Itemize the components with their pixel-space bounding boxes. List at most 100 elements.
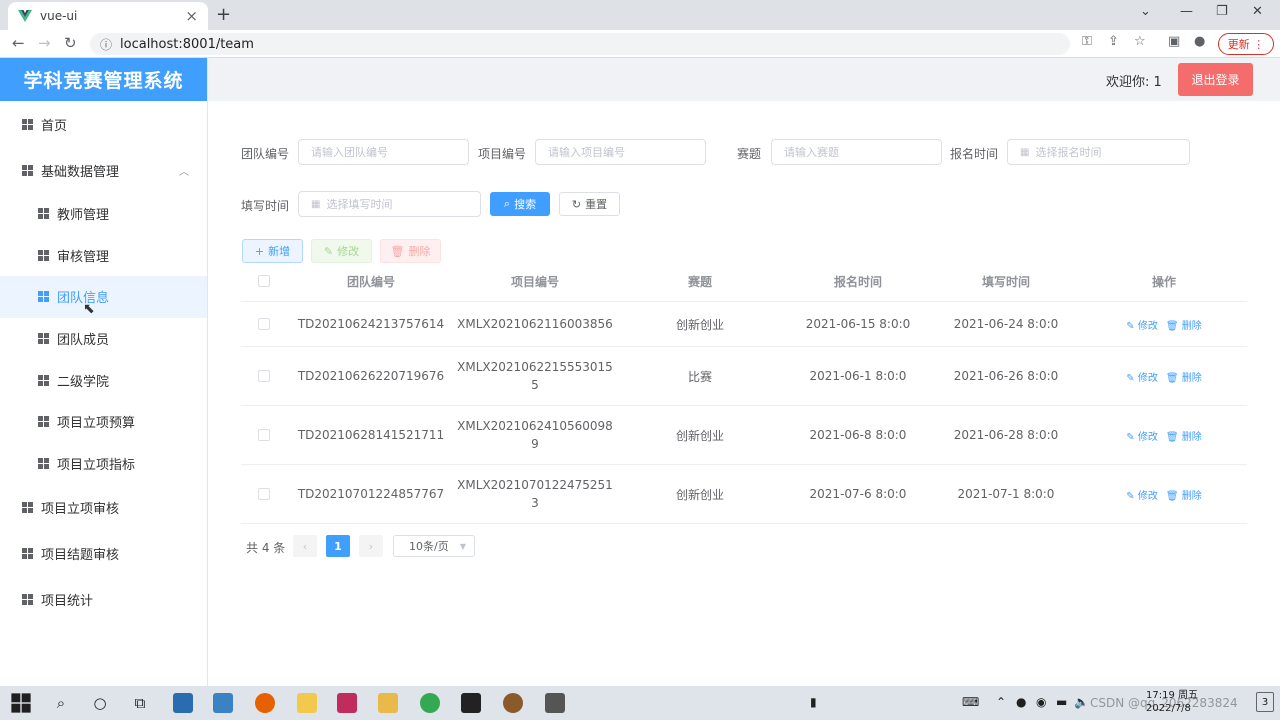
menu-grid-icon [38, 291, 49, 303]
network-icon[interactable]: ▬ [1056, 695, 1067, 709]
profile-icon[interactable]: ● [1194, 34, 1205, 49]
logout-button[interactable]: 退出登录 [1178, 63, 1253, 96]
minimize-icon[interactable]: — [1180, 4, 1193, 19]
header-fill-time: 填写时间 [981, 274, 1030, 289]
update-button[interactable]: 更新 ⋮ [1218, 33, 1274, 55]
tray-app-icon[interactable]: ● [1016, 695, 1026, 709]
select-all-checkbox[interactable] [258, 275, 270, 287]
sidebar-item-team-info[interactable]: 团队信息 [0, 276, 207, 318]
signup-time-picker[interactable]: ▦ 选择报名时间 [1007, 139, 1190, 165]
browser-tab[interactable]: vue-ui × [8, 2, 208, 30]
battery-icon[interactable]: ▮ [810, 695, 817, 709]
row-edit-link[interactable]: ✎ 修改 [1126, 369, 1158, 384]
key-icon[interactable]: ⚿ [1082, 34, 1092, 49]
row-edit-link[interactable]: ✎ 修改 [1126, 487, 1158, 502]
row-checkbox-cell[interactable] [241, 347, 287, 405]
delete-button[interactable]: 🗑 删除 [380, 239, 441, 263]
wechat-icon[interactable]: ◉ [1036, 695, 1046, 709]
fill-time-picker[interactable]: ▦ 选择填写时间 [298, 191, 481, 217]
table-row: TD20210624213757614 XMLX2021062116003856… [241, 302, 1247, 347]
store-app-icon[interactable] [173, 693, 193, 713]
row-checkbox-cell[interactable] [241, 406, 287, 464]
row-checkbox-cell[interactable] [241, 465, 287, 523]
row-checkbox[interactable] [258, 488, 270, 500]
remote-app-icon[interactable] [545, 693, 565, 713]
firefox-app-icon[interactable] [255, 693, 275, 713]
back-icon[interactable]: ← [12, 34, 25, 52]
sidebar-item-project-approval[interactable]: 项目立项审核 [0, 484, 207, 530]
close-window-icon[interactable]: ✕ [1252, 4, 1263, 19]
cell-fill-time: 2021-06-26 8:0:0 [953, 369, 1059, 383]
next-page-button[interactable]: › [359, 535, 383, 557]
sidebar-item-home[interactable]: 首页 [0, 101, 207, 147]
topic-input[interactable]: 请输入赛题 [771, 139, 942, 165]
notification-icon[interactable]: 3 [1256, 692, 1274, 712]
search-icon[interactable]: ⌕ [50, 692, 72, 714]
url-input[interactable]: ⓘ localhost:8001/team [90, 33, 1070, 55]
sidebar-item-label: 审核管理 [57, 249, 110, 265]
sidebar-item-college[interactable]: 二级学院 [0, 359, 207, 401]
page-number-current[interactable]: 1 [326, 535, 350, 557]
row-checkbox-cell[interactable] [241, 302, 287, 346]
side-panel-icon[interactable]: ▣ [1168, 34, 1180, 49]
site-info-icon[interactable]: ⓘ [100, 36, 112, 53]
task-view-icon[interactable]: ⧉ [129, 692, 151, 714]
sidebar-item-project-closing[interactable]: 项目结题审核 [0, 530, 207, 576]
system-clock[interactable]: 17:19 周五 2022/7/8 [1146, 689, 1198, 715]
row-checkbox[interactable] [258, 318, 270, 330]
search-button[interactable]: ⌕ 搜索 [490, 192, 550, 216]
intellij-app-icon[interactable] [337, 693, 357, 713]
tab-close-icon[interactable]: × [185, 7, 198, 25]
reset-button[interactable]: ↻ 重置 [559, 192, 620, 216]
tab-search-icon[interactable]: ⌄ [1140, 4, 1151, 19]
file-explorer-icon[interactable] [378, 693, 398, 713]
row-delete-link[interactable]: 🗑 删除 [1166, 428, 1202, 443]
sidebar-item-indicators[interactable]: 项目立项指标 [0, 443, 207, 485]
project-no-input[interactable]: 请输入项目编号 [535, 139, 706, 165]
cortana-icon[interactable]: ○ [89, 692, 111, 714]
prev-page-button[interactable]: ‹ [293, 535, 317, 557]
reset-button-label: 重置 [585, 198, 608, 211]
row-delete-link[interactable]: 🗑 删除 [1166, 487, 1202, 502]
terminal-app-icon[interactable] [461, 693, 481, 713]
row-edit-link[interactable]: ✎ 修改 [1126, 317, 1158, 332]
maximize-icon[interactable]: ❐ [1216, 4, 1228, 19]
sidebar-item-label: 基础数据管理 [41, 164, 120, 180]
sidebar-item-review[interactable]: 审核管理 [0, 235, 207, 277]
sidebar-item-teachers[interactable]: 教师管理 [0, 193, 207, 235]
reload-icon[interactable]: ↻ [64, 34, 77, 52]
keyboard-icon[interactable]: ⌨ [962, 695, 979, 709]
edit-icon: ✎ [1126, 320, 1138, 332]
row-delete-link[interactable]: 🗑 删除 [1166, 369, 1202, 384]
notes-app-icon[interactable] [297, 693, 317, 713]
tray-expand-icon[interactable]: ⌃ [996, 695, 1006, 709]
row-checkbox[interactable] [258, 370, 270, 382]
welcome-text: 欢迎你: 1 [1106, 75, 1162, 90]
row-delete-link[interactable]: 🗑 删除 [1166, 317, 1202, 332]
new-tab-icon[interactable]: + [216, 4, 231, 25]
row-checkbox[interactable] [258, 429, 270, 441]
row-edit-link[interactable]: ✎ 修改 [1126, 428, 1158, 443]
team-no-input[interactable]: 请输入团队编号 [298, 139, 469, 165]
edit-button[interactable]: ✎ 修改 [311, 239, 372, 263]
volume-icon[interactable]: 🔈 [1074, 695, 1089, 709]
page-size-select[interactable]: 10条/页 ▼ [393, 535, 475, 557]
sidebar-item-statistics[interactable]: 项目统计 [0, 576, 207, 622]
team-no-label: 团队编号 [241, 147, 290, 161]
share-icon[interactable]: ⇪ [1108, 34, 1119, 49]
select-all-checkbox-cell[interactable] [241, 261, 287, 301]
forward-icon[interactable]: → [38, 34, 51, 52]
sidebar-item-budget[interactable]: 项目立项预算 [0, 401, 207, 443]
media-app-icon[interactable] [503, 693, 523, 713]
brand-title: 学科竞赛管理系统 [0, 58, 207, 101]
add-button[interactable]: + 新增 [242, 239, 303, 263]
sidebar-item-team-members[interactable]: 团队成员 [0, 318, 207, 360]
windows-start-icon[interactable] [10, 692, 32, 714]
mail-app-icon[interactable] [213, 693, 233, 713]
sidebar-item-label: 项目统计 [41, 593, 94, 609]
menu-grid-icon [22, 118, 33, 130]
chrome-app-icon[interactable] [420, 693, 440, 713]
trash-icon: 🗑 [1165, 320, 1182, 332]
bookmark-star-icon[interactable]: ☆ [1134, 34, 1146, 49]
sidebar-item-basic-data[interactable]: 基础数据管理 ︿ [0, 147, 207, 193]
